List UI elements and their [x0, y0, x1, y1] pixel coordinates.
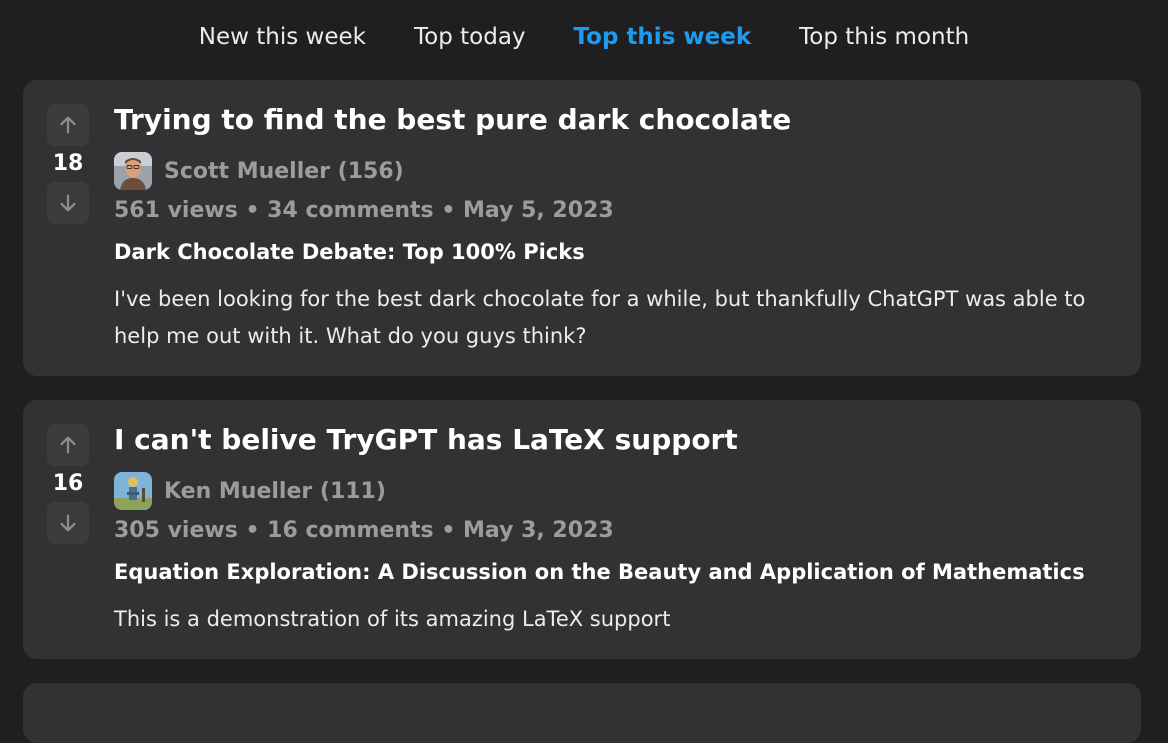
vote-control: 16 [47, 424, 89, 544]
post-subtitle: Dark Chocolate Debate: Top 100% Picks [114, 240, 585, 264]
upvote-button[interactable] [47, 424, 89, 466]
vote-count: 16 [52, 471, 84, 496]
downvote-button[interactable] [47, 502, 89, 544]
user-avatar-icon[interactable] [114, 152, 152, 190]
user-avatar-icon[interactable] [114, 472, 152, 510]
author-name[interactable]: Ken Mueller (111) [164, 479, 386, 504]
post-author: Ken Mueller (111) [114, 472, 1117, 510]
arrow-up-icon [60, 116, 76, 134]
tab-top-this-month[interactable]: Top this month [799, 24, 969, 52]
post-author: Scott Mueller (156) [114, 152, 1117, 190]
post-card[interactable]: 16 I can't belive TryGPT has LaTeX suppo… [23, 400, 1141, 659]
upvote-button[interactable] [47, 104, 89, 146]
vote-count: 18 [52, 151, 84, 176]
post-title[interactable]: I can't belive TryGPT has LaTeX support [114, 422, 1117, 458]
post-card[interactable]: 18 Trying to find the best pure dark cho… [23, 80, 1141, 376]
post-body: This is a demonstration of its amazing L… [114, 607, 671, 631]
post-stats: 305 views • 16 comments • May 3, 2023 [114, 518, 614, 543]
downvote-button[interactable] [47, 182, 89, 224]
arrow-down-icon [60, 514, 76, 532]
post-subtitle: Equation Exploration: A Discussion on th… [114, 560, 1085, 584]
tab-top-this-week[interactable]: Top this week [574, 24, 752, 52]
vote-control: 18 [47, 104, 89, 224]
post-content: Trying to find the best pure dark chocol… [114, 102, 1117, 355]
post-title[interactable]: Trying to find the best pure dark chocol… [114, 102, 1117, 138]
arrow-down-icon [60, 194, 76, 212]
tab-new-this-week[interactable]: New this week [199, 24, 366, 52]
author-name[interactable]: Scott Mueller (156) [164, 159, 404, 184]
post-stats: 561 views • 34 comments • May 5, 2023 [114, 198, 614, 223]
post-body: I've been looking for the best dark choc… [114, 287, 1086, 348]
post-content: I can't belive TryGPT has LaTeX support … [114, 422, 1117, 638]
arrow-up-icon [60, 436, 76, 454]
feed-tabs: New this week Top today Top this week To… [0, 0, 1168, 76]
post-card[interactable] [23, 683, 1141, 743]
tab-top-today[interactable]: Top today [414, 24, 526, 52]
